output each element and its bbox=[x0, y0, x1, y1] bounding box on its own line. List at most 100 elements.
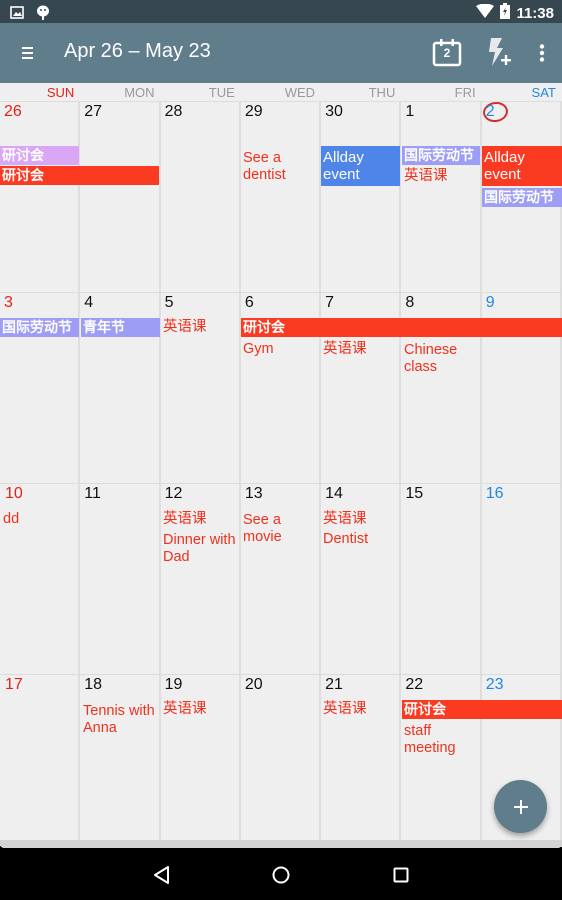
event-text[interactable]: 英语课 bbox=[163, 511, 207, 528]
week-row: 26 27 28 29 30 1 2 研讨会 研讨会 See a dentist… bbox=[0, 100, 562, 293]
status-bar: 11:38 bbox=[0, 0, 562, 23]
day-number: 14 bbox=[325, 485, 343, 502]
day-number: 26 bbox=[4, 103, 22, 120]
day-number: 4 bbox=[84, 294, 94, 311]
date-range-title[interactable]: Apr 26 – May 23 bbox=[64, 40, 211, 63]
image-notification-icon bbox=[10, 5, 24, 24]
day-of-week-header: SUN MON TUE WED THU FRI SAT bbox=[0, 83, 562, 102]
day-cell[interactable]: 26 bbox=[0, 102, 81, 292]
event-bar[interactable]: 研讨会 bbox=[0, 166, 159, 185]
dow-tue: TUE bbox=[208, 85, 235, 100]
event-text[interactable]: Chinese class bbox=[404, 342, 474, 376]
day-number: 20 bbox=[244, 676, 263, 693]
day-number: 7 bbox=[325, 294, 335, 311]
event-text[interactable]: 英语课 bbox=[163, 701, 207, 718]
week-row: 3 4 5 6 7 8 9 国际劳动节 青年节 英语课 研讨会 Gym 英语课 … bbox=[0, 293, 562, 484]
event-text[interactable]: 英语课 bbox=[323, 511, 367, 528]
day-number: 3 bbox=[4, 294, 13, 311]
event-bar[interactable]: 国际劳动节 bbox=[482, 188, 562, 207]
day-number: 17 bbox=[5, 676, 23, 693]
day-number: 21 bbox=[325, 676, 343, 693]
day-cell[interactable]: 29 bbox=[241, 102, 322, 292]
month-calendar: SUN MON TUE WED THU FRI SAT 26 27 28 29 … bbox=[0, 83, 562, 847]
day-cell[interactable]: 18 bbox=[80, 675, 161, 847]
event-bar[interactable]: 国际劳动节 bbox=[402, 146, 480, 165]
event-bar[interactable]: 国际劳动节 bbox=[0, 318, 79, 337]
day-number: 2 bbox=[485, 103, 495, 120]
day-number: 16 bbox=[485, 485, 504, 502]
day-cell[interactable]: 15 bbox=[401, 484, 482, 674]
day-number: 13 bbox=[244, 485, 263, 502]
today-button[interactable]: 2 bbox=[432, 37, 462, 69]
quick-add-button[interactable] bbox=[484, 37, 514, 69]
more-options-icon bbox=[539, 44, 545, 62]
day-number: 5 bbox=[164, 294, 174, 311]
event-text[interactable]: 英语课 bbox=[323, 341, 367, 358]
menu-button[interactable] bbox=[16, 41, 40, 65]
event-text[interactable]: Tennis with Anna bbox=[83, 703, 157, 737]
day-number: 6 bbox=[244, 294, 254, 311]
event-text[interactable]: 英语课 bbox=[404, 168, 448, 185]
event-text[interactable]: dd bbox=[3, 511, 19, 528]
day-number: 27 bbox=[84, 103, 103, 120]
event-text[interactable]: See a dentist bbox=[243, 150, 319, 184]
wifi-icon bbox=[476, 3, 495, 22]
day-cell[interactable]: 27 bbox=[80, 102, 161, 292]
back-button[interactable] bbox=[148, 862, 174, 888]
app-toolbar: Apr 26 – May 23 2 bbox=[0, 23, 562, 83]
dow-wed: WED bbox=[284, 85, 316, 100]
dow-sat: SAT bbox=[531, 85, 556, 100]
today-day-number: 2 bbox=[443, 46, 451, 60]
day-number: 15 bbox=[405, 485, 424, 502]
day-cell[interactable]: 20 bbox=[241, 675, 322, 847]
recents-icon bbox=[393, 867, 409, 883]
day-number: 1 bbox=[405, 103, 415, 120]
event-bar[interactable]: 研讨会 bbox=[241, 318, 562, 337]
more-options-button[interactable] bbox=[536, 37, 548, 69]
recents-button[interactable] bbox=[388, 862, 414, 888]
dow-mon: MON bbox=[124, 85, 155, 100]
event-text[interactable]: See a movie bbox=[243, 512, 303, 546]
event-bar[interactable]: 研讨会 bbox=[402, 700, 562, 719]
add-event-icon bbox=[513, 799, 528, 814]
day-number: 29 bbox=[244, 103, 263, 120]
day-cell[interactable]: 16 bbox=[482, 484, 562, 674]
event-text[interactable]: 英语课 bbox=[163, 319, 207, 336]
day-number: 23 bbox=[485, 676, 504, 693]
home-icon bbox=[272, 866, 290, 884]
day-number: 28 bbox=[164, 103, 183, 120]
dow-sun: SUN bbox=[46, 85, 75, 100]
system-nav-bar bbox=[0, 848, 562, 900]
event-bar[interactable]: Allday event bbox=[482, 146, 562, 186]
clock: 11:38 bbox=[516, 4, 554, 22]
android-debug-icon bbox=[36, 4, 50, 25]
day-number: 30 bbox=[325, 103, 343, 120]
battery-charging-icon bbox=[500, 3, 511, 23]
home-button[interactable] bbox=[268, 862, 294, 888]
hamburger-menu-icon bbox=[22, 47, 33, 59]
day-cell[interactable]: 11 bbox=[80, 484, 161, 674]
calendar-bottom-edge bbox=[0, 840, 562, 848]
week-row: 17 18 19 20 21 22 23 Tennis with Anna 英语… bbox=[0, 675, 562, 847]
day-number: 18 bbox=[84, 676, 103, 693]
event-text[interactable]: staff meeting bbox=[404, 723, 464, 757]
quick-add-icon bbox=[489, 38, 511, 66]
event-bar[interactable]: 研讨会 bbox=[0, 146, 79, 165]
event-text[interactable]: Dentist bbox=[323, 531, 368, 548]
day-cell[interactable]: 28 bbox=[161, 102, 241, 292]
week-row: 10 11 12 13 14 15 16 dd 英语课 Dinner with … bbox=[0, 484, 562, 675]
event-text[interactable]: Gym bbox=[243, 341, 274, 358]
day-number: 10 bbox=[5, 485, 23, 502]
event-bar[interactable]: Allday event bbox=[321, 146, 400, 186]
day-number: 8 bbox=[405, 294, 415, 311]
day-cell[interactable]: 17 bbox=[0, 675, 81, 847]
day-number: 22 bbox=[405, 676, 424, 693]
add-event-fab[interactable] bbox=[494, 780, 547, 833]
event-bar[interactable]: 青年节 bbox=[81, 318, 160, 337]
event-text[interactable]: 英语课 bbox=[323, 701, 367, 718]
day-number: 12 bbox=[164, 485, 183, 502]
event-text[interactable]: Dinner with Dad bbox=[163, 532, 241, 566]
day-cell[interactable]: 30 bbox=[321, 102, 402, 292]
day-cell[interactable]: 1 bbox=[401, 102, 482, 292]
day-number: 9 bbox=[485, 294, 495, 311]
